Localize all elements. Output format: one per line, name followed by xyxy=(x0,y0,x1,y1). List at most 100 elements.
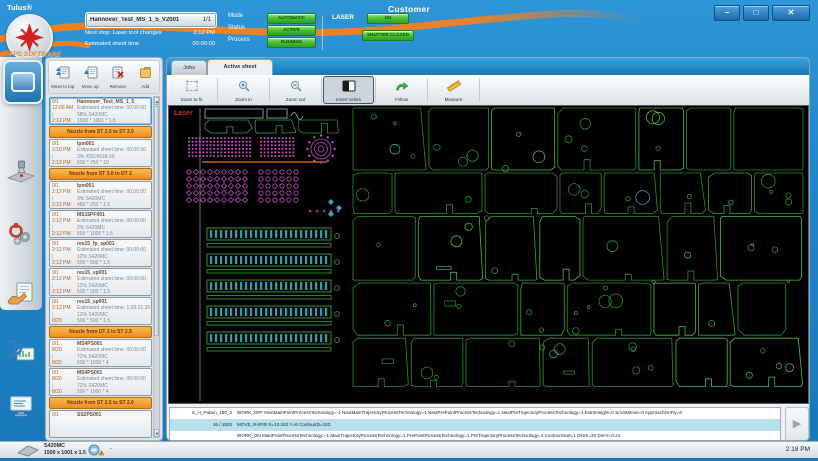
current-job-name: Hannover_Test_MS_1_5_V2001 xyxy=(90,17,180,23)
nc-command-text: WORK_ON MainPointProcessTechnology=-1 Ma… xyxy=(237,433,621,439)
zoom-out-button[interactable]: Zoom out xyxy=(271,76,320,104)
job-row[interactable]: 0/1 2:12 PM | 2:12 PM MS15PF001 Estimated she… xyxy=(49,210,152,238)
job-times: 0/1 2:12 PM | 2:12 PM xyxy=(52,183,71,209)
zoom-to-fit-button[interactable]: Zoom to fit xyxy=(167,76,216,104)
nesting-drawing xyxy=(185,107,804,401)
tab-active-sheet[interactable]: Active sheet xyxy=(207,59,273,76)
job-details: res15_sp001 Estimated sheet time: 1.09:21… xyxy=(77,299,150,323)
measure-icon xyxy=(446,79,461,97)
job-row[interactable]: 0/1 8/20 | 8/20 MS4PS001 Estimated sheet time… xyxy=(49,339,152,367)
minimize-button[interactable]: – xyxy=(714,5,740,21)
nc-message-list: S_H_Paben_180_2 WORK_OFF NextMainPointPro… xyxy=(169,407,781,440)
nc-message-row[interactable]: 16 / 1533 MOVE_RAPID X=10.242 Y=8 Contour… xyxy=(170,419,780,432)
zoom-out-icon xyxy=(289,79,303,97)
status-label: Status xyxy=(228,25,246,31)
toolbar-divider xyxy=(217,78,218,102)
tab-jobs[interactable]: Jobs xyxy=(171,60,207,76)
sheet-canvas[interactable]: Laser xyxy=(168,105,809,404)
part-edit-icon xyxy=(6,281,36,312)
current-job-count: 1/1 xyxy=(202,17,211,23)
play-button[interactable]: ▶ xyxy=(785,407,809,440)
statusbar-material: S420MC xyxy=(44,443,65,449)
nc-message-row[interactable]: WORK_ON MainPointProcessTechnology=-1 Ma… xyxy=(170,431,780,440)
estimated-row: Estimated sheet time 00:00:00 xyxy=(85,41,215,50)
toolbar-divider xyxy=(321,78,322,102)
toolbar-label: Zoom out xyxy=(285,96,306,102)
next-stop-value: 2:12 PM xyxy=(193,30,215,36)
status-active-button[interactable]: ACTIVE xyxy=(267,25,316,36)
app-window: Tulus® Customer – □ ✕ FPS SOFTWARE Hanno… xyxy=(0,0,818,461)
nc-command-text: MOVE_RAPID X=10.242 Y=8 ContourID=153 xyxy=(237,421,331,427)
job-row[interactable]: 0/1 2:12 PM | 2:12 PM res15_fp_sp001 Estimate… xyxy=(49,239,152,267)
nozzle-change-row[interactable]: Nozzle from ST 3.0 to DT 2 xyxy=(49,168,152,180)
mode-label: Mode xyxy=(228,13,244,19)
job-row[interactable]: 0/1 2:12 PM | 2:12 PM Ipm001 Estimated sheet … xyxy=(49,181,152,209)
reports-icon xyxy=(6,393,36,424)
follow-button[interactable]: Follow xyxy=(377,76,426,104)
job-row[interactable]: 0/1 SS2PS001 xyxy=(49,410,152,438)
laser-on-button[interactable]: ON xyxy=(367,13,409,24)
measure-button[interactable]: Measure xyxy=(429,76,478,104)
job-times: 0/1 2:12 PM | 8/20 xyxy=(52,299,71,325)
nozzle-change-row[interactable]: Nozzle from DT 2 to ST 2.5 xyxy=(49,326,152,338)
job-times: 0/1 8/20 | 8/20 xyxy=(52,370,62,396)
nozzle-change-row[interactable]: Nozzle from ST 2.5 to ST 2.0 xyxy=(49,397,152,409)
job-details: MS4PS001 Estimated sheet time: 00:00:00 72… xyxy=(77,370,146,394)
job-row[interactable]: 0/1 8/20 | 8/20 MS4PS001 Estimated sheet time… xyxy=(49,368,152,396)
nozzle-change-row[interactable]: Nozzle from ST 2.0 to ST 3.0 xyxy=(49,126,152,138)
nc-line-ref: 16 / 1533 xyxy=(212,421,232,427)
main-panel: Jobs Active sheet Zoom to fit Zoom in Zoom … xyxy=(166,57,810,441)
job-row[interactable]: 0/1 12:00 AM | 2:12 PM Hannover_Test_MS_1_5_… xyxy=(49,97,152,125)
sidebar-button-part-edit[interactable] xyxy=(4,281,38,311)
process-running-button[interactable]: RUNNING xyxy=(267,37,316,48)
next-stop-row: Next stop: Laser tool changes 2:12 PM xyxy=(85,30,215,39)
current-job-box: Hannover_Test_MS_1_5_V2001 1/1 xyxy=(85,12,217,28)
clock: 2:18 PM xyxy=(785,446,810,453)
sidebar-button-reports[interactable] xyxy=(4,393,38,423)
nc-message-row[interactable]: S_H_Paben_180_2 WORK_OFF NextMainPointPro… xyxy=(170,408,780,420)
sidebar-button-tooling[interactable] xyxy=(4,222,38,252)
laser-head-icon xyxy=(6,159,36,190)
move-to-top-button[interactable]: Move to top xyxy=(49,65,76,89)
invert-colors-button[interactable]: Invert colors xyxy=(323,76,374,104)
machine-warning-icon[interactable] xyxy=(88,444,104,457)
scrollbar-thumb[interactable] xyxy=(154,106,159,336)
toolbar-divider xyxy=(427,78,428,102)
sidebar xyxy=(0,57,43,441)
mode-automatic-button[interactable]: AUTOMATIC xyxy=(267,13,316,24)
sidebar-button-laser-head[interactable] xyxy=(4,159,38,189)
close-button[interactable]: ✕ xyxy=(772,5,810,21)
job-row[interactable]: 0/1 2:12 PM | 2:12 PM res15_sp001 Estimated s… xyxy=(49,268,152,296)
toolbar-label: Measure xyxy=(444,96,463,102)
zoom-in-button[interactable]: Zoom in xyxy=(219,76,268,104)
scroll-up-icon[interactable]: ▲ xyxy=(154,97,159,105)
view-toolbar: Zoom to fit Zoom in Zoom out Invert colors F… xyxy=(167,75,809,106)
toolbar-label: Invert colors xyxy=(335,96,362,102)
job-row[interactable]: 0/1 3:10 PM | 2:12 PM Ipm001 Estimated sheet … xyxy=(49,139,152,167)
job-details: Ipm001 Estimated sheet time: 00:00:00 3% S… xyxy=(77,183,146,207)
add-icon xyxy=(138,66,153,83)
maximize-button[interactable]: □ xyxy=(743,5,769,21)
sidebar-button-maintenance[interactable] xyxy=(4,339,38,369)
machine-view-icon xyxy=(11,72,35,92)
laser-shutter-button[interactable]: SHUTTER CLOSED xyxy=(362,30,414,41)
toolbar-divider xyxy=(375,78,376,102)
move-up-button[interactable]: Move up xyxy=(77,65,104,89)
job-details: MS15PF001 Estimated sheet time: 00:00:00 2… xyxy=(77,212,146,236)
job-times: 0/1 xyxy=(52,412,59,418)
status-bar: S420MC 1500 x 1001 x 1.5 - 2:18 PM xyxy=(0,441,818,458)
job-row[interactable]: 0/1 2:12 PM | 8/20 res15_sp001 Estimated shee… xyxy=(49,297,152,325)
sidebar-button-machine-view[interactable] xyxy=(3,60,43,104)
job-details: res15_sp001 Estimated sheet time: 00:00:0… xyxy=(77,270,146,294)
queue-toolbar-label: Remove xyxy=(109,84,126,89)
nc-command-text: WORK_OFF NextMainPointProcessTechnology=… xyxy=(237,410,683,415)
invert-colors-icon xyxy=(342,79,356,97)
maintenance-icon xyxy=(6,339,36,370)
toolbar-divider xyxy=(269,78,270,102)
add-button[interactable]: Add xyxy=(132,65,159,89)
scroll-down-icon[interactable]: ▼ xyxy=(154,429,159,437)
queue-scrollbar[interactable]: ▲ ▼ xyxy=(153,96,160,438)
remove-button[interactable]: Remove xyxy=(104,65,131,89)
toolbar-label: Zoom in xyxy=(235,96,252,102)
job-times: 0/1 2:12 PM | 2:12 PM xyxy=(52,212,71,238)
